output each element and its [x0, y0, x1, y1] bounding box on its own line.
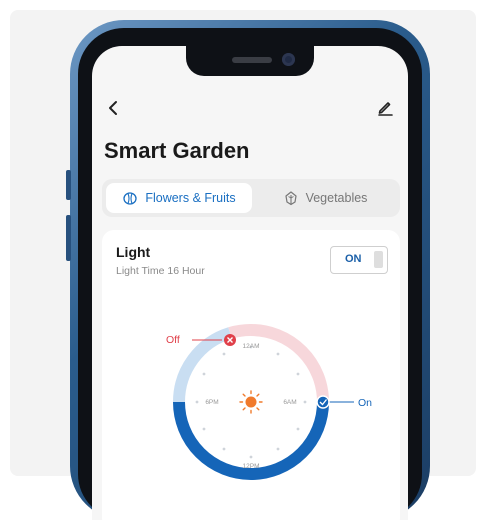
app-screen: Smart Garden Flowers & Fruits Vegetables… [92, 46, 408, 520]
light-toggle[interactable]: ON [330, 246, 388, 274]
light-subtitle: Light Time 16 Hour [116, 265, 205, 277]
phone-volume-button [66, 215, 71, 261]
sun-icon [239, 390, 263, 414]
leaf-icon [284, 191, 297, 206]
off-arc-segment [228, 323, 252, 339]
phone-side-button [66, 170, 71, 200]
label-12am: 12AM [243, 343, 260, 350]
page-title: Smart Garden [104, 138, 250, 163]
label-6am: 6AM [283, 399, 296, 406]
toggle-label: ON [345, 253, 362, 265]
phone-notch [186, 46, 314, 76]
tab-vegetables-label: Vegetables [305, 191, 368, 205]
light-card: Light Light Time 16 Hour ON 12AM 6PM 6AM… [102, 230, 400, 520]
fruit-icon [123, 192, 137, 205]
tab-flowers-fruits-label: Flowers & Fruits [145, 191, 236, 205]
toggle-knob [374, 251, 383, 268]
on-handle[interactable] [316, 395, 330, 409]
front-camera [282, 53, 295, 66]
off-label: Off [166, 334, 180, 346]
light-schedule-dial[interactable]: 12AM 6PM 6AM 12PM Off On [102, 300, 400, 520]
label-6pm: 6PM [205, 399, 218, 406]
tab-vegetables[interactable]: Vegetables [254, 183, 396, 213]
back-arrow-icon[interactable] [104, 98, 124, 118]
light-title: Light [116, 244, 151, 260]
label-12pm: 12PM [243, 463, 260, 470]
phone-frame: Smart Garden Flowers & Fruits Vegetables… [66, 20, 430, 520]
on-label: On [358, 397, 372, 409]
edit-pencil-icon[interactable] [376, 98, 394, 116]
off-period-arc [250, 324, 329, 403]
speaker-grille [232, 57, 272, 63]
tab-flowers-fruits[interactable]: Flowers & Fruits [106, 183, 252, 213]
transition-arc [172, 327, 232, 403]
category-tabs: Flowers & Fruits Vegetables [102, 179, 400, 217]
